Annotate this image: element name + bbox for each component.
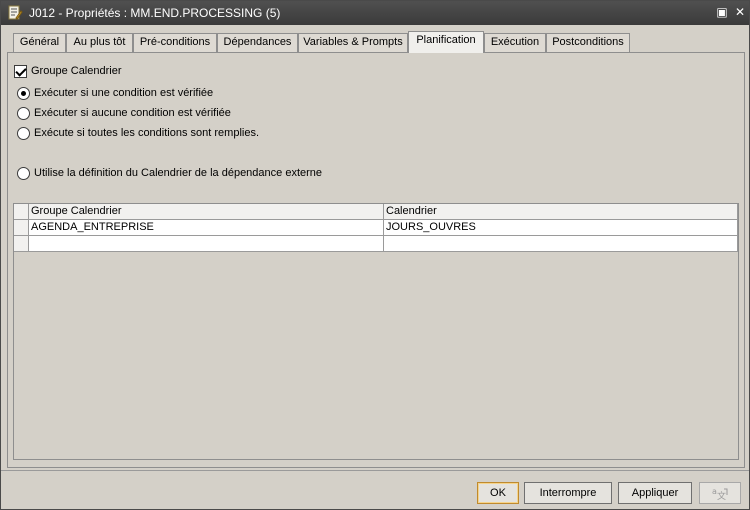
radio-label: Exécuter si une condition est vérifiée (34, 87, 214, 99)
restore-icon[interactable]: ▣ (715, 5, 729, 19)
table-cell[interactable]: AGENDA_ENTREPRISE (29, 220, 384, 236)
radio-label: Utilise la définition du Calendrier de l… (34, 167, 323, 179)
translate-button: a 文 (699, 482, 741, 504)
radio-any-condition[interactable]: Exécuter si une condition est vérifiée (17, 84, 213, 102)
title-bar[interactable]: J012 - Propriétés : MM.END.PROCESSING (5… (1, 1, 749, 25)
translate-icon: a 文 (710, 487, 730, 504)
footer-divider (1, 470, 749, 471)
column-header-group[interactable]: Groupe Calendrier (29, 204, 384, 220)
table-cell[interactable]: JOURS_OUVRES (384, 220, 738, 236)
radio-button[interactable] (17, 86, 30, 100)
properties-edit-icon (7, 5, 23, 21)
column-header-calendar[interactable]: Calendrier (384, 204, 738, 220)
ok-button[interactable]: OK (477, 482, 519, 504)
svg-text:文: 文 (717, 490, 726, 501)
group-calendar-checkbox-row[interactable]: Groupe Calendrier (14, 63, 122, 79)
apply-button[interactable]: Appliquer (618, 482, 692, 504)
radio-label: Exécuter si aucune condition est vérifié… (34, 107, 231, 119)
tab-planification[interactable]: Planification (408, 31, 484, 53)
radio-button[interactable] (17, 166, 30, 180)
radio-external-dependency[interactable]: Utilise la définition du Calendrier de l… (17, 164, 322, 182)
radio-button[interactable] (17, 106, 30, 120)
tab-postconditions[interactable]: Postconditions (546, 33, 630, 52)
tab-pre-conditions[interactable]: Pré-conditions (133, 33, 217, 52)
radio-all-conditions[interactable]: Exécute si toutes les conditions sont re… (17, 124, 259, 142)
row-header[interactable] (14, 236, 29, 252)
tab-au-plus-tot[interactable]: Au plus tôt (66, 33, 133, 52)
tab-execution[interactable]: Exécution (484, 33, 546, 52)
table-cell[interactable] (384, 236, 738, 252)
table-cell[interactable] (29, 236, 384, 252)
row-header[interactable] (14, 220, 29, 236)
group-calendar-checkbox[interactable] (14, 64, 27, 78)
radio-button[interactable] (17, 126, 30, 140)
radio-label: Exécute si toutes les conditions sont re… (34, 127, 260, 139)
window-title: J012 - Propriétés : MM.END.PROCESSING (5… (29, 6, 281, 20)
tab-general[interactable]: Général (13, 33, 66, 52)
close-icon[interactable]: ✕ (733, 5, 747, 19)
table-row[interactable] (14, 236, 738, 252)
calendar-grid[interactable]: Groupe Calendrier Calendrier AGENDA_ENTR… (13, 203, 739, 460)
table-row[interactable]: AGENDA_ENTREPRISE JOURS_OUVRES (14, 220, 738, 236)
grid-corner (14, 204, 29, 220)
planification-panel: Groupe Calendrier Exécuter si une condit… (7, 52, 745, 468)
group-calendar-label: Groupe Calendrier (31, 65, 122, 77)
tab-dependances[interactable]: Dépendances (217, 33, 298, 52)
grid-header: Groupe Calendrier Calendrier (14, 204, 738, 220)
tab-strip: Général Au plus tôt Pré-conditions Dépen… (11, 31, 741, 53)
tab-variables-prompts[interactable]: Variables & Prompts (298, 33, 408, 52)
radio-no-condition[interactable]: Exécuter si aucune condition est vérifié… (17, 104, 231, 122)
cancel-button[interactable]: Interrompre (524, 482, 612, 504)
properties-window: J012 - Propriétés : MM.END.PROCESSING (5… (0, 0, 750, 510)
